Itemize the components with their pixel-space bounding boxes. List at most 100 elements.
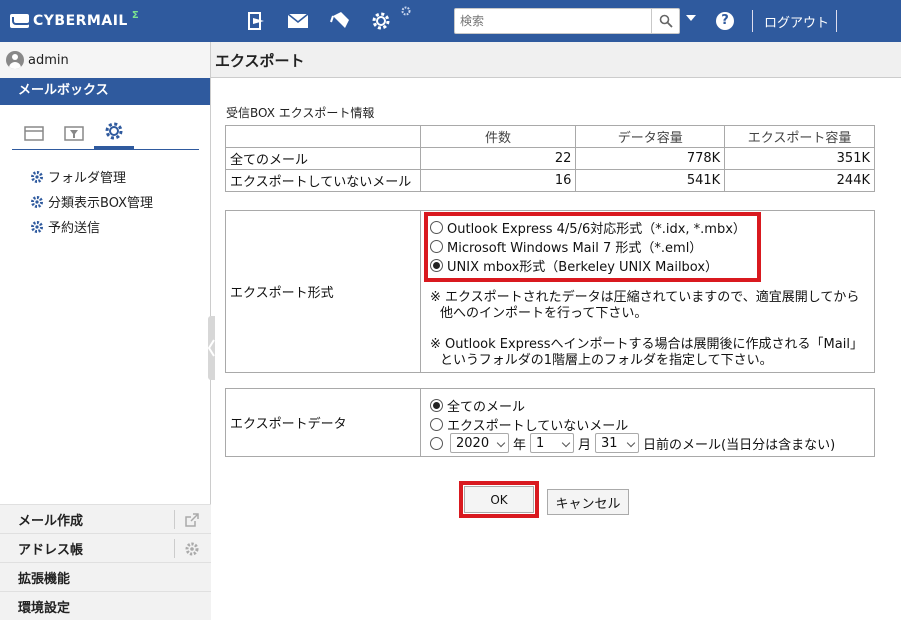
- tab-folder[interactable]: [14, 116, 54, 149]
- compose-mail-label: メール作成: [18, 513, 84, 529]
- option-label: UNIX mbox形式（Berkeley UNIX Mailbox）: [447, 260, 719, 275]
- table-cell: 541K: [575, 169, 726, 192]
- table-row: 全てのメール 22 778K 351K: [225, 147, 875, 170]
- month-value: 1: [536, 435, 545, 451]
- small-gear-icon[interactable]: [398, 3, 414, 19]
- tab-filter[interactable]: [54, 116, 94, 149]
- tab-settings[interactable]: [94, 116, 134, 149]
- note-line: 他へのインポートを行って下さい。: [440, 306, 648, 321]
- gear-icon: [31, 195, 43, 208]
- compose-mail-button[interactable]: メール作成: [0, 504, 211, 533]
- format-option-windows-mail[interactable]: Microsoft Windows Mail 7 形式（*.eml）: [430, 237, 702, 256]
- table-cell: 22: [419, 147, 577, 170]
- outlook-import-note: ※ Outlook Expressへインポートする場合は展開後に作成される「Ma…: [430, 337, 863, 369]
- year-value: 2020: [456, 435, 490, 451]
- day-select[interactable]: 31: [595, 433, 640, 453]
- mailbox-section-title[interactable]: メールボックス: [0, 78, 210, 105]
- table-cell: 778K: [575, 147, 726, 170]
- menu-item-category-box[interactable]: 分類表示BOX管理: [30, 189, 153, 214]
- logo-text: CYBERMAIL: [33, 13, 128, 29]
- search-icon: [659, 14, 673, 28]
- extensions-label: 拡張機能: [18, 571, 71, 587]
- export-format-label: エクスポート形式: [226, 211, 421, 372]
- external-link-icon[interactable]: [183, 511, 201, 529]
- radio-button[interactable]: [430, 221, 443, 234]
- ok-button[interactable]: OK: [464, 486, 534, 513]
- table-cell: エクスポートしていないメール: [225, 169, 421, 192]
- table-row: エクスポートしていないメール 16 541K 244K: [225, 169, 875, 192]
- mailbox-icon[interactable]: [243, 8, 269, 34]
- export-data-label: エクスポートデータ: [226, 389, 421, 456]
- user-avatar-icon: [6, 51, 24, 69]
- top-bar: CYBERMAIL Σ ? ログアウト: [0, 0, 901, 42]
- search-box: [454, 8, 680, 34]
- chevron-down-icon: [626, 438, 636, 448]
- menu-item-label: 予約送信: [48, 221, 101, 236]
- sidebar-tabs: [12, 116, 199, 150]
- username: admin: [28, 52, 69, 68]
- menu-item-folder-management[interactable]: フォルダ管理: [30, 164, 153, 189]
- folder-icon: [24, 125, 44, 141]
- radio-button-selected[interactable]: [430, 399, 443, 412]
- data-option-not-exported[interactable]: エクスポートしていないメール: [430, 415, 628, 434]
- menu-item-scheduled-send[interactable]: 予約送信: [30, 214, 153, 239]
- year-select[interactable]: 2020: [450, 433, 509, 453]
- preferences-label: 環境設定: [18, 600, 71, 616]
- search-dropdown-caret-icon[interactable]: [686, 15, 696, 21]
- option-label: Outlook Express 4/5/6対応形式（*.idx, *.mbx）: [447, 222, 746, 237]
- table-cell: 351K: [724, 147, 875, 170]
- table-cell: 244K: [724, 169, 875, 192]
- export-data-section: エクスポートデータ 全てのメール エクスポートしていないメール 2020 年 1…: [225, 388, 875, 457]
- format-option-unix-mbox[interactable]: UNIX mbox形式（Berkeley UNIX Mailbox）: [430, 256, 718, 275]
- option-label: Microsoft Windows Mail 7 形式（*.eml）: [447, 241, 703, 256]
- table-cell: 全てのメール: [225, 147, 421, 170]
- month-select[interactable]: 1: [530, 433, 575, 453]
- option-label: エクスポートしていないメール: [447, 419, 629, 434]
- option-label: 全てのメール: [447, 400, 526, 415]
- format-option-outlook-express[interactable]: Outlook Express 4/5/6対応形式（*.idx, *.mbx）: [430, 218, 746, 237]
- menu-item-label: フォルダ管理: [48, 171, 127, 186]
- export-format-label-text: エクスポート形式: [230, 286, 334, 301]
- note-line: ※ Outlook Expressへインポートする場合は展開後に作成される「Ma…: [430, 337, 863, 352]
- radio-button-selected[interactable]: [430, 259, 443, 272]
- month-unit: 月: [578, 437, 592, 453]
- pin-icon[interactable]: [327, 8, 353, 34]
- logout-link[interactable]: ログアウト: [764, 12, 829, 31]
- export-data-label-text: エクスポートデータ: [230, 417, 347, 432]
- day-value: 31: [601, 435, 618, 451]
- cancel-button[interactable]: キャンセル: [547, 489, 629, 515]
- export-info-table: 件数 データ容量 エクスポート容量 全てのメール 22 778K 351K エク…: [225, 125, 875, 192]
- main-content: エクスポート 受信BOX エクスポート情報 件数 データ容量 エクスポート容量 …: [211, 42, 901, 619]
- note-line: ※ エクスポートされたデータは圧縮されていますので、適宜展開してから: [430, 290, 860, 305]
- search-button[interactable]: [651, 9, 679, 33]
- envelope-icon[interactable]: [285, 8, 311, 34]
- radio-button[interactable]: [430, 418, 443, 431]
- table-header-cell: [225, 125, 421, 148]
- data-option-date-range[interactable]: 2020 年 1 月 31 日前のメール(当日分は含まない): [430, 433, 835, 453]
- extensions-button[interactable]: 拡張機能: [0, 562, 211, 591]
- mail-logo-icon: [10, 14, 31, 28]
- gear-icon[interactable]: [183, 540, 201, 558]
- settings-menu: フォルダ管理 分類表示BOX管理 予約送信: [30, 164, 153, 239]
- compression-note: ※ エクスポートされたデータは圧縮されていますので、適宜展開してから 他へのイン…: [430, 290, 859, 322]
- address-book-button[interactable]: アドレス帳: [0, 533, 211, 562]
- preferences-button[interactable]: 環境設定: [0, 591, 211, 620]
- logo-suffix: Σ: [131, 9, 139, 21]
- menu-item-label: 分類表示BOX管理: [48, 196, 153, 211]
- radio-button[interactable]: [430, 240, 443, 253]
- table-header-cell: エクスポート容量: [724, 125, 875, 148]
- help-icon[interactable]: ?: [716, 12, 734, 30]
- radio-button[interactable]: [430, 436, 443, 450]
- search-input[interactable]: [455, 9, 651, 33]
- table-header-cell: 件数: [419, 125, 577, 148]
- table-header-cell: データ容量: [575, 125, 726, 148]
- settings-gear-icon[interactable]: [368, 8, 394, 34]
- divider: [174, 510, 175, 529]
- app-logo[interactable]: CYBERMAIL Σ: [10, 9, 139, 31]
- address-book-label: アドレス帳: [18, 542, 84, 558]
- data-option-all-mail[interactable]: 全てのメール: [430, 396, 525, 415]
- gear-icon: [105, 122, 123, 140]
- page-title: エクスポート: [211, 42, 901, 78]
- note-line: というフォルダの1階層上のフォルダを指定して下さい。: [440, 353, 773, 368]
- gear-icon: [31, 220, 43, 233]
